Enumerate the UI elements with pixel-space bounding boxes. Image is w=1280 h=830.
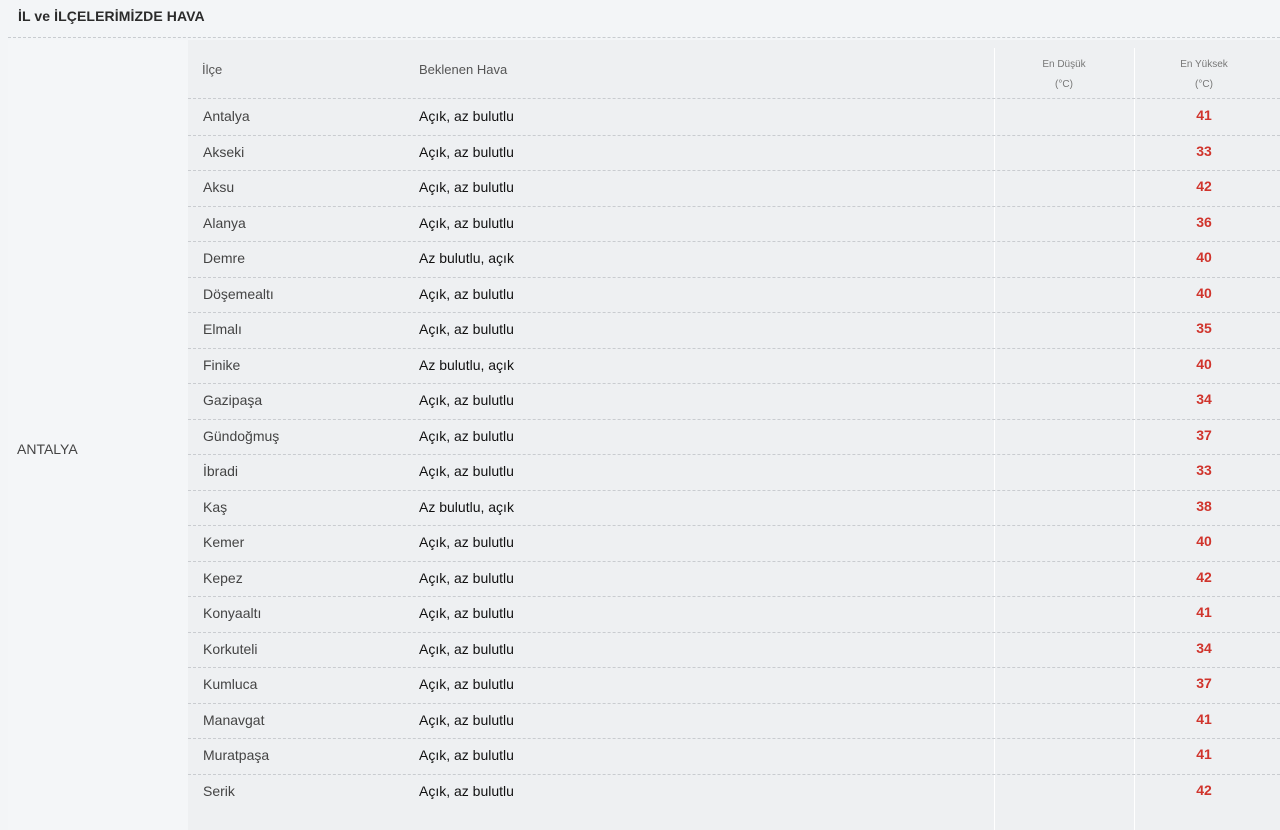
table-row: Aksu Açık, az bulutlu 42 (188, 171, 1280, 207)
table-row: Finike Az bulutlu, açık 40 (188, 349, 1280, 384)
header-min-label: En Düşük (1042, 59, 1086, 70)
district-name: Alanya (203, 214, 246, 231)
table-row: Akseki Açık, az bulutlu 33 (188, 136, 1280, 171)
table-row: Gündoğmuş Açık, az bulutlu 37 (188, 420, 1280, 455)
header-district: İlçe (202, 62, 223, 77)
max-temp: 42 (1196, 781, 1212, 798)
table-row: Serik Açık, az bulutlu 42 (188, 775, 1280, 811)
forecast-text: Açık, az bulutlu (419, 569, 514, 586)
max-temp: 33 (1196, 142, 1212, 159)
forecast-text: Açık, az bulutlu (419, 640, 514, 657)
district-name: Elmalı (203, 321, 242, 337)
district-weather-table: İlçe Beklenen Hava En Düşük (°C) En Yüks… (188, 40, 1280, 830)
table-row: Manavgat Açık, az bulutlu 41 (188, 704, 1280, 739)
max-temp: 41 (1196, 604, 1212, 620)
table-row: Antalya Açık, az bulutlu 41 (188, 100, 1280, 136)
forecast-text: Açık, az bulutlu (419, 321, 514, 337)
table-row: Kepez Açık, az bulutlu 42 (188, 562, 1280, 597)
district-name: Demre (203, 250, 246, 266)
header-max-temp: En Yüksek (°C) (1134, 55, 1274, 95)
forecast-text: Açık, az bulutlu (419, 782, 514, 799)
max-temp: 36 (1196, 213, 1212, 230)
district-name: Serik (203, 782, 235, 799)
max-temp: 37 (1196, 426, 1212, 443)
max-temp: 42 (1196, 568, 1212, 585)
table-row: Kumluca Açık, az bulutlu 37 (188, 668, 1280, 704)
table-row: Döşemealtı Açık, az bulutlu 40 (188, 278, 1280, 313)
table-row: Demre Az bulutlu, açık 40 (188, 242, 1280, 278)
max-temp: 40 (1196, 284, 1212, 301)
max-temp: 41 (1196, 107, 1212, 123)
header-min-temp: En Düşük (°C) (994, 55, 1134, 95)
table-row: Korkuteli Açık, az bulutlu 34 (188, 633, 1280, 668)
district-name: Korkuteli (203, 640, 258, 657)
district-name: İbradi (203, 463, 239, 479)
table-row: Elmalı Açık, az bulutlu 35 (188, 313, 1280, 349)
forecast-text: Açık, az bulutlu (419, 108, 514, 124)
district-name: Gazipaşa (203, 392, 263, 408)
forecast-text: Açık, az bulutlu (419, 605, 514, 621)
district-name: Kaş (203, 498, 228, 515)
table-row: Kemer Açık, az bulutlu 40 (188, 526, 1280, 562)
table-row: Alanya Açık, az bulutlu 36 (188, 207, 1280, 242)
max-temp: 42 (1196, 178, 1212, 194)
district-name: Muratpaşa (203, 747, 270, 763)
district-name: Kumluca (203, 676, 258, 692)
district-name: Finike (203, 356, 241, 373)
forecast-text: Az bulutlu, açık (419, 250, 514, 266)
forecast-text: Açık, az bulutlu (419, 747, 514, 763)
forecast-text: Açık, az bulutlu (419, 676, 514, 692)
district-name: Aksu (203, 179, 235, 195)
forecast-text: Açık, az bulutlu (419, 463, 514, 479)
max-temp: 34 (1196, 639, 1212, 656)
forecast-text: Az bulutlu, açık (419, 498, 514, 515)
district-name: Manavgat (203, 711, 265, 728)
header-max-label: En Yüksek (1180, 59, 1228, 70)
forecast-text: Açık, az bulutlu (419, 285, 514, 302)
table-row: Konyaaltı Açık, az bulutlu 41 (188, 597, 1280, 633)
table-row: İbradi Açık, az bulutlu 33 (188, 455, 1280, 491)
district-name: Kepez (203, 569, 243, 586)
max-temp: 40 (1196, 249, 1212, 265)
title-divider (8, 37, 1280, 38)
max-temp: 35 (1196, 320, 1212, 336)
forecast-text: Açık, az bulutlu (419, 392, 514, 408)
table-row: Gazipaşa Açık, az bulutlu 34 (188, 384, 1280, 420)
forecast-text: Açık, az bulutlu (419, 143, 514, 160)
province-cell: ANTALYA (8, 40, 189, 830)
forecast-text: Açık, az bulutlu (419, 711, 514, 728)
section-title: İL ve İLÇELERİMİZDE HAVA (18, 8, 205, 24)
max-temp: 38 (1196, 497, 1212, 514)
max-temp: 40 (1196, 355, 1212, 372)
table-row: Muratpaşa Açık, az bulutlu 41 (188, 739, 1280, 775)
weather-page: İL ve İLÇELERİMİZDE HAVA ANTALYA İlçe Be… (0, 0, 1280, 830)
table-body: Antalya Açık, az bulutlu 41 Akseki Açık, az … (188, 100, 1280, 810)
table-header: İlçe Beklenen Hava En Düşük (°C) En Yüks… (188, 40, 1280, 99)
district-name: Akseki (203, 143, 245, 160)
header-min-unit: (°C) (1055, 79, 1073, 90)
district-name: Konyaaltı (203, 605, 262, 621)
district-name: Antalya (203, 108, 250, 124)
max-temp: 33 (1196, 462, 1212, 478)
province-name: ANTALYA (17, 441, 78, 457)
header-forecast: Beklenen Hava (419, 62, 508, 77)
header-max-unit: (°C) (1195, 79, 1213, 90)
max-temp: 41 (1196, 746, 1212, 762)
max-temp: 34 (1196, 391, 1212, 407)
district-name: Gündoğmuş (203, 427, 280, 444)
district-name: Kemer (203, 534, 245, 550)
forecast-text: Açık, az bulutlu (419, 534, 514, 550)
forecast-text: Açık, az bulutlu (419, 427, 514, 444)
district-name: Döşemealtı (203, 285, 274, 302)
max-temp: 37 (1196, 675, 1212, 691)
table-row: Kaş Az bulutlu, açık 38 (188, 491, 1280, 526)
forecast-text: Açık, az bulutlu (419, 179, 514, 195)
forecast-text: Az bulutlu, açık (419, 356, 514, 373)
max-temp: 40 (1196, 533, 1212, 549)
max-temp: 41 (1196, 710, 1212, 727)
forecast-text: Açık, az bulutlu (419, 214, 514, 231)
